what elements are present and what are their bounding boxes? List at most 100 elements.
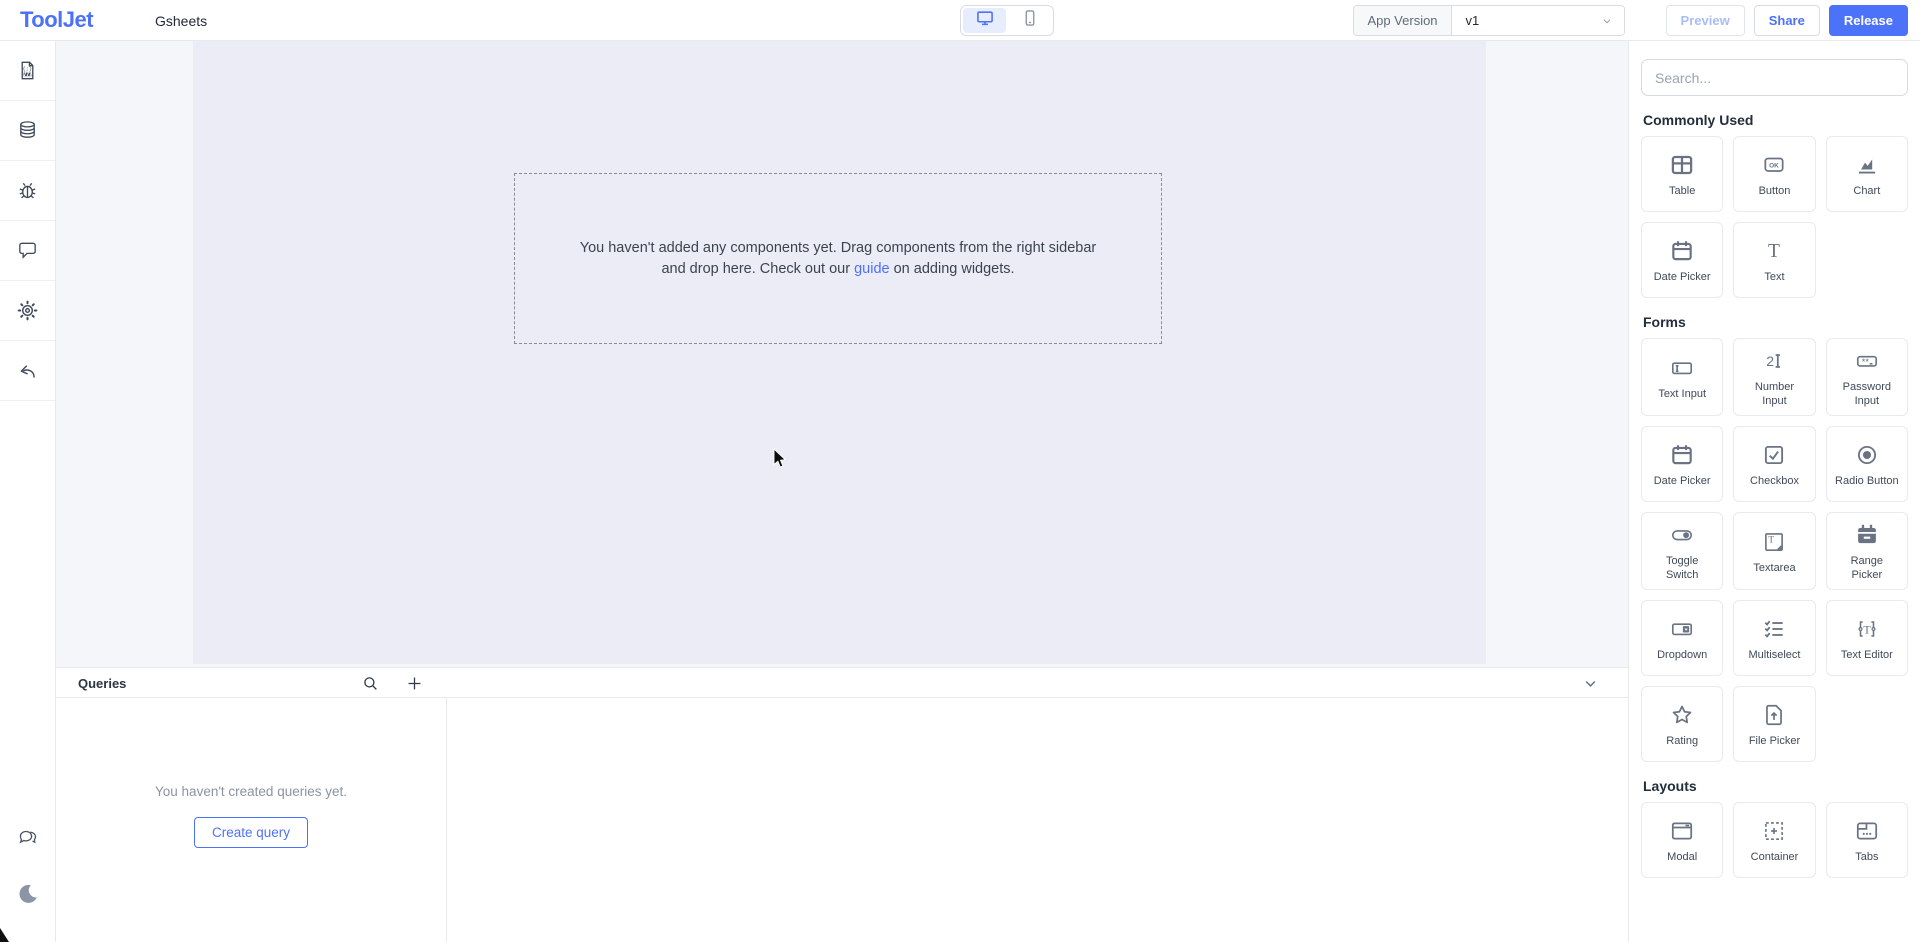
widget-card-text-editor[interactable]: TText Editor	[1826, 600, 1908, 676]
app-version-value: v1	[1466, 13, 1480, 28]
tooljet-logo[interactable]: ToolJet	[20, 7, 93, 33]
widget-label: File Picker	[1749, 735, 1800, 749]
widget-label: Date Picker	[1654, 271, 1711, 285]
share-button[interactable]: Share	[1754, 5, 1820, 36]
widget-label: Button	[1759, 185, 1791, 199]
widget-card-file-picker[interactable]: File Picker	[1733, 686, 1815, 762]
section-title: Layouts	[1643, 778, 1906, 794]
widget-card-text[interactable]: T Text	[1733, 222, 1815, 298]
widget-grid: Modal Container Tabs	[1641, 802, 1908, 878]
svg-text:T: T	[1769, 534, 1775, 545]
widget-label: Multiselect	[1749, 649, 1801, 663]
toggle-switch-icon	[1669, 522, 1695, 548]
collapse-panel-chevron-icon[interactable]	[1581, 674, 1600, 693]
rating-icon	[1669, 702, 1695, 728]
guide-link[interactable]: guide	[854, 261, 889, 277]
widget-card-toggle-switch[interactable]: Toggle Switch	[1641, 512, 1723, 590]
widget-card-number-input[interactable]: 2Number Input	[1733, 338, 1815, 416]
tabs-icon	[1854, 818, 1880, 844]
date-picker-icon	[1669, 442, 1695, 468]
app-version-select[interactable]: v1	[1452, 6, 1624, 35]
file-picker-icon	[1761, 702, 1787, 728]
widget-sections: Commonly Used Table OK Button Chart Date Pick…	[1641, 112, 1908, 878]
editor-main-area: You haven't added any components yet. Dr…	[56, 41, 1628, 942]
desktop-layout-button[interactable]	[963, 8, 1006, 33]
password-input-icon: **	[1854, 348, 1880, 374]
header-actions: App Version v1 Preview Share Release	[1353, 5, 1908, 36]
chart-icon	[1854, 152, 1880, 178]
sidebar-item-inspector[interactable]: {;}	[0, 41, 55, 101]
widget-card-rating[interactable]: Rating	[1641, 686, 1723, 762]
preview-button[interactable]: Preview	[1666, 5, 1745, 36]
search-icon[interactable]	[361, 674, 380, 693]
widget-label: Number Input	[1746, 381, 1802, 408]
sidebar-item-undo[interactable]	[0, 341, 55, 401]
widget-card-textarea[interactable]: TTextarea	[1733, 512, 1815, 590]
widget-card-container[interactable]: Container	[1733, 802, 1815, 878]
app-version-group: App Version v1	[1353, 5, 1624, 36]
date-picker-icon	[1669, 238, 1695, 264]
app-name[interactable]: Gsheets	[155, 13, 207, 29]
section-title: Forms	[1643, 314, 1906, 330]
widget-card-dropdown[interactable]: Dropdown	[1641, 600, 1723, 676]
widget-card-table[interactable]: Table	[1641, 136, 1723, 212]
widget-card-date-picker[interactable]: Date Picker	[1641, 426, 1723, 502]
svg-text:OK: OK	[1770, 162, 1780, 169]
canvas-empty-text: You haven't added any components yet. Dr…	[568, 238, 1108, 280]
widget-search-input[interactable]	[1641, 59, 1908, 96]
widget-label: Dropdown	[1657, 649, 1707, 663]
create-query-button[interactable]: Create query	[194, 817, 308, 848]
widget-card-multiselect[interactable]: Multiselect	[1733, 600, 1815, 676]
inspector-icon: {;}	[16, 59, 39, 82]
mobile-layout-button[interactable]	[1008, 8, 1051, 33]
checkbox-icon	[1761, 442, 1787, 468]
widget-label: Text Editor	[1841, 649, 1893, 663]
settings-icon	[16, 299, 39, 322]
mobile-icon	[1020, 8, 1040, 33]
widget-card-tabs[interactable]: Tabs	[1826, 802, 1908, 878]
widget-label: Chart	[1853, 185, 1880, 199]
widget-card-chart[interactable]: Chart	[1826, 136, 1908, 212]
svg-text:**: **	[1862, 357, 1870, 367]
sidebar-item-comments[interactable]	[0, 221, 55, 281]
dropdown-icon	[1669, 616, 1695, 642]
widget-label: Radio Button	[1835, 475, 1899, 489]
release-button[interactable]: Release	[1829, 5, 1908, 36]
dark-mode-icon[interactable]	[16, 882, 40, 906]
left-sidebar-bottom	[0, 826, 55, 942]
widget-card-text-input[interactable]: Text Input	[1641, 338, 1723, 416]
widget-card-button[interactable]: OK Button	[1733, 136, 1815, 212]
empty-text-before: You haven't added any components yet. Dr…	[580, 240, 1097, 277]
datasources-icon	[16, 119, 39, 142]
widget-card-password-input[interactable]: ** Password Input	[1826, 338, 1908, 416]
widget-label: Checkbox	[1750, 475, 1799, 489]
device-layout-toggle	[960, 5, 1054, 36]
text-icon: T	[1761, 238, 1787, 264]
widget-label: Toggle Switch	[1654, 555, 1710, 582]
sidebar-item-debugger[interactable]	[0, 161, 55, 221]
widget-label: Text	[1764, 271, 1784, 285]
widget-card-radio-button[interactable]: Radio Button	[1826, 426, 1908, 502]
widget-label: Container	[1751, 851, 1799, 865]
query-list: You haven't created queries yet. Create …	[56, 698, 447, 942]
app-canvas[interactable]: You haven't added any components yet. Dr…	[193, 41, 1486, 664]
sidebar-item-datasources[interactable]	[0, 101, 55, 161]
add-query-icon[interactable]	[405, 674, 424, 693]
text-input-icon	[1669, 355, 1695, 381]
svg-text:T: T	[1769, 241, 1781, 262]
multiselect-icon	[1761, 616, 1787, 642]
section-title: Commonly Used	[1643, 112, 1906, 128]
undo-icon	[16, 359, 39, 382]
canvas-empty-dropzone[interactable]: You haven't added any components yet. Dr…	[514, 173, 1162, 344]
comment-toggle-icon[interactable]	[16, 826, 40, 850]
widget-grid: Text Input2Number Input ** Password Input D…	[1641, 338, 1908, 762]
widget-card-date-picker[interactable]: Date Picker	[1641, 222, 1723, 298]
sidebar-item-settings[interactable]	[0, 281, 55, 341]
widget-card-range-picker[interactable]: Range Picker	[1826, 512, 1908, 590]
widget-label: Password Input	[1839, 381, 1895, 408]
chevron-down-icon	[1600, 14, 1614, 28]
debugger-icon	[16, 179, 39, 202]
widget-label: Date Picker	[1654, 475, 1711, 489]
widget-card-modal[interactable]: Modal	[1641, 802, 1723, 878]
widget-card-checkbox[interactable]: Checkbox	[1733, 426, 1815, 502]
